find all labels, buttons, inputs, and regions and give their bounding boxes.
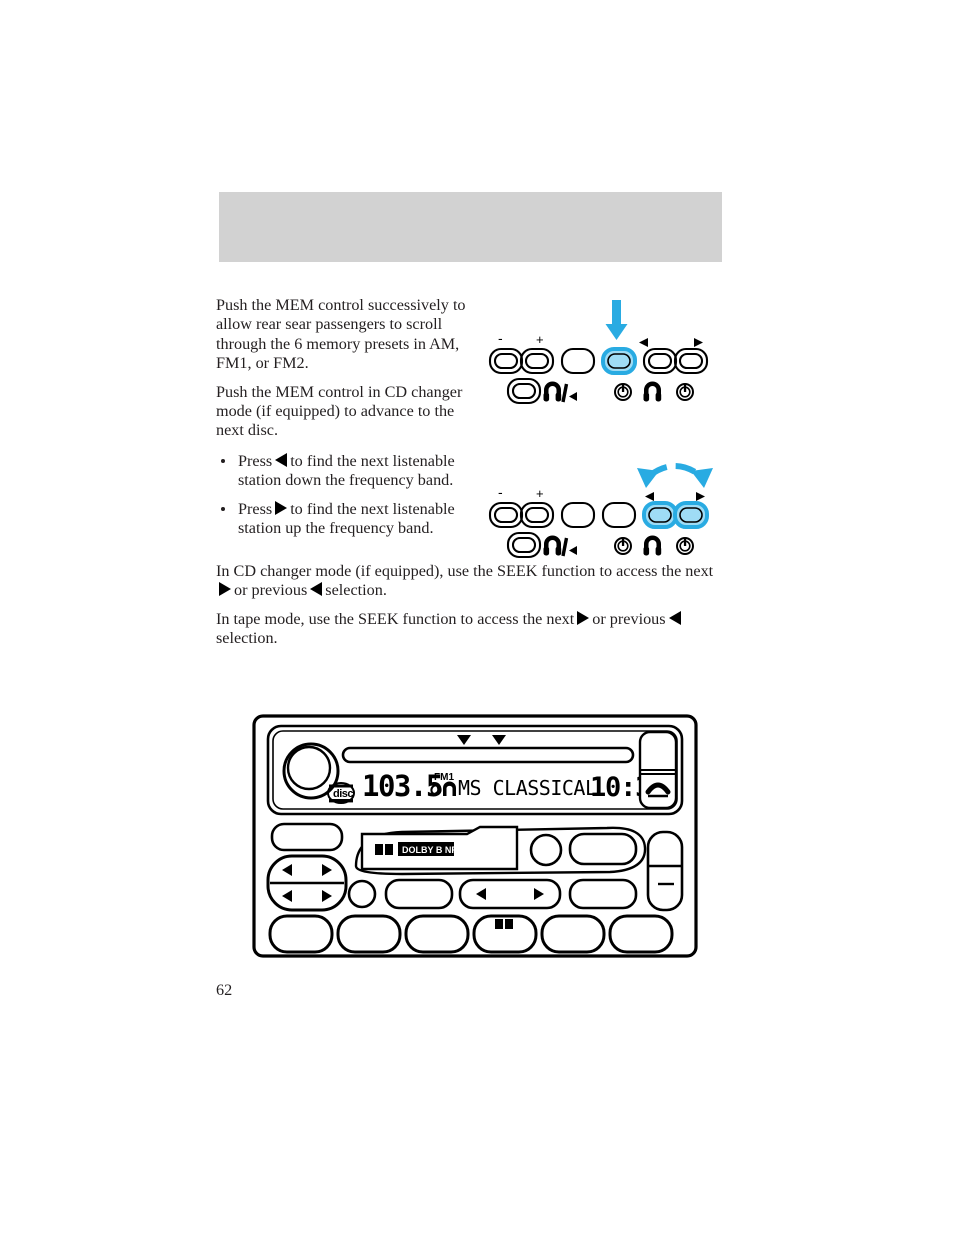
fader-rocker[interactable] (646, 830, 684, 912)
preset-button-3[interactable] (404, 914, 470, 954)
triangle-left-label-icon (645, 492, 654, 501)
lcd-band: FM1 (434, 772, 454, 783)
paragraph-part-1: In tape mode, use the SEEK function to a… (216, 609, 575, 628)
manual-page: Push the MEM control successively to all… (0, 0, 954, 1235)
arrow-head-right-icon (691, 468, 713, 488)
seek-bullet-list: Press to find the next listenable station… (216, 452, 484, 539)
dolby-double-d-icon (375, 844, 383, 855)
power-icon (676, 383, 694, 401)
page-number: 62 (216, 981, 233, 999)
triangle-right-icon (219, 582, 231, 597)
paragraph-part-2: or previous (234, 581, 308, 600)
seek-left-button[interactable] (642, 501, 678, 529)
minus-label-icon: - (498, 330, 503, 346)
plus-label-icon: + (536, 332, 544, 347)
volume-down-button[interactable] (488, 501, 524, 529)
am-fm-button[interactable] (270, 822, 344, 852)
triangle-left-icon (668, 610, 681, 625)
headphone-rewind-icon (543, 535, 577, 557)
power-icon (614, 537, 632, 555)
paragraph-part-2: or previous (592, 609, 666, 628)
paragraph-tape-seek: In tape mode, use the SEEK function to a… (216, 610, 716, 649)
cd-slot[interactable] (341, 746, 635, 764)
paragraph-mem-presets: Push the MEM control successively to all… (216, 296, 466, 373)
triangle-right-icon (275, 500, 288, 515)
eject-button[interactable] (638, 730, 678, 810)
seek-right-button[interactable] (673, 347, 709, 375)
volume-down-button[interactable] (488, 347, 524, 375)
triangle-left-icon (275, 453, 288, 467)
radio-head-unit-illustration: disc 103.5 FM1 MS CLASSICAL 10:35 DOLBY … (252, 714, 698, 958)
bullet-dot-icon (221, 506, 225, 511)
preset-rocker-pad[interactable] (266, 854, 348, 912)
page-header-band (219, 192, 722, 262)
paragraph-part-3: selection. (325, 581, 387, 600)
preset-button-6[interactable] (608, 914, 674, 954)
power-icon (676, 537, 694, 555)
mode-button[interactable] (560, 501, 596, 529)
dolby-double-d-icon (385, 844, 393, 855)
paragraph-part-3: selection. (216, 629, 278, 648)
intro-text-block: Push the MEM control successively to all… (216, 296, 484, 441)
lcd-station-name: MS CLASSICAL (458, 776, 597, 800)
plus-label-icon: + (536, 486, 544, 501)
dolby-label: DOLBY B NR (402, 845, 458, 855)
down-arrow-icon (605, 300, 628, 340)
preset-button-2[interactable] (336, 914, 402, 954)
triangle-left-label-icon (639, 338, 648, 347)
triangle-right-label-icon (694, 338, 703, 347)
bass-treble-knob[interactable] (529, 833, 563, 867)
mem-button[interactable] (601, 347, 637, 375)
paragraph-part-1: In CD changer mode (if equipped), use th… (216, 562, 714, 580)
rear-control-button[interactable] (506, 377, 542, 405)
volume-knob[interactable] (282, 742, 340, 800)
triangle-right-icon (577, 610, 590, 625)
tape-side-button[interactable] (384, 878, 454, 910)
bullet-text-pre: Press (238, 499, 273, 518)
bullet-dot-icon (221, 459, 225, 463)
dolby-badge: DOLBY B NR (375, 842, 458, 856)
volume-up-button[interactable] (519, 347, 555, 375)
tuning-rocker[interactable] (458, 878, 562, 910)
seek-mode-text-block: In CD changer mode (if equipped), use th… (216, 562, 716, 658)
list-item: Press to find the next listenable station… (216, 452, 484, 491)
steering-wheel-controls-diagram-seek: - + (486, 450, 722, 562)
minus-label-icon: - (498, 484, 503, 500)
steering-wheel-controls-diagram-mem: - + (486, 296, 722, 408)
triangle-right-label-icon (696, 492, 705, 501)
svg-text:disc: disc (333, 788, 353, 800)
headphone-rewind-icon (543, 381, 577, 403)
auto-set-button[interactable] (568, 832, 638, 866)
preset-button-1[interactable] (268, 914, 334, 954)
list-item: Press to find the next listenable station… (216, 500, 484, 539)
paragraph-cd-changer-seek: In CD changer mode (if equipped), use th… (216, 562, 716, 601)
arrow-head-left-icon (637, 468, 659, 488)
lcd-frequency: 103.5 (362, 769, 442, 803)
volume-up-button[interactable] (519, 501, 555, 529)
headphone-icon (643, 381, 662, 402)
seek-right-button[interactable] (673, 501, 709, 529)
triangle-left-icon (310, 582, 323, 597)
mode-button[interactable] (560, 347, 596, 375)
mem-button[interactable] (601, 501, 637, 529)
eject-tape-button[interactable] (347, 879, 377, 909)
paragraph-mem-cd: Push the MEM control in CD changer mode … (216, 382, 463, 440)
seek-left-button[interactable] (642, 347, 678, 375)
preset-button-5[interactable] (540, 914, 606, 954)
power-icon (614, 383, 632, 401)
rear-control-button[interactable] (506, 531, 542, 559)
scan-button[interactable] (568, 878, 638, 910)
headphone-icon (643, 535, 662, 556)
bullet-text-pre: Press (238, 452, 273, 470)
